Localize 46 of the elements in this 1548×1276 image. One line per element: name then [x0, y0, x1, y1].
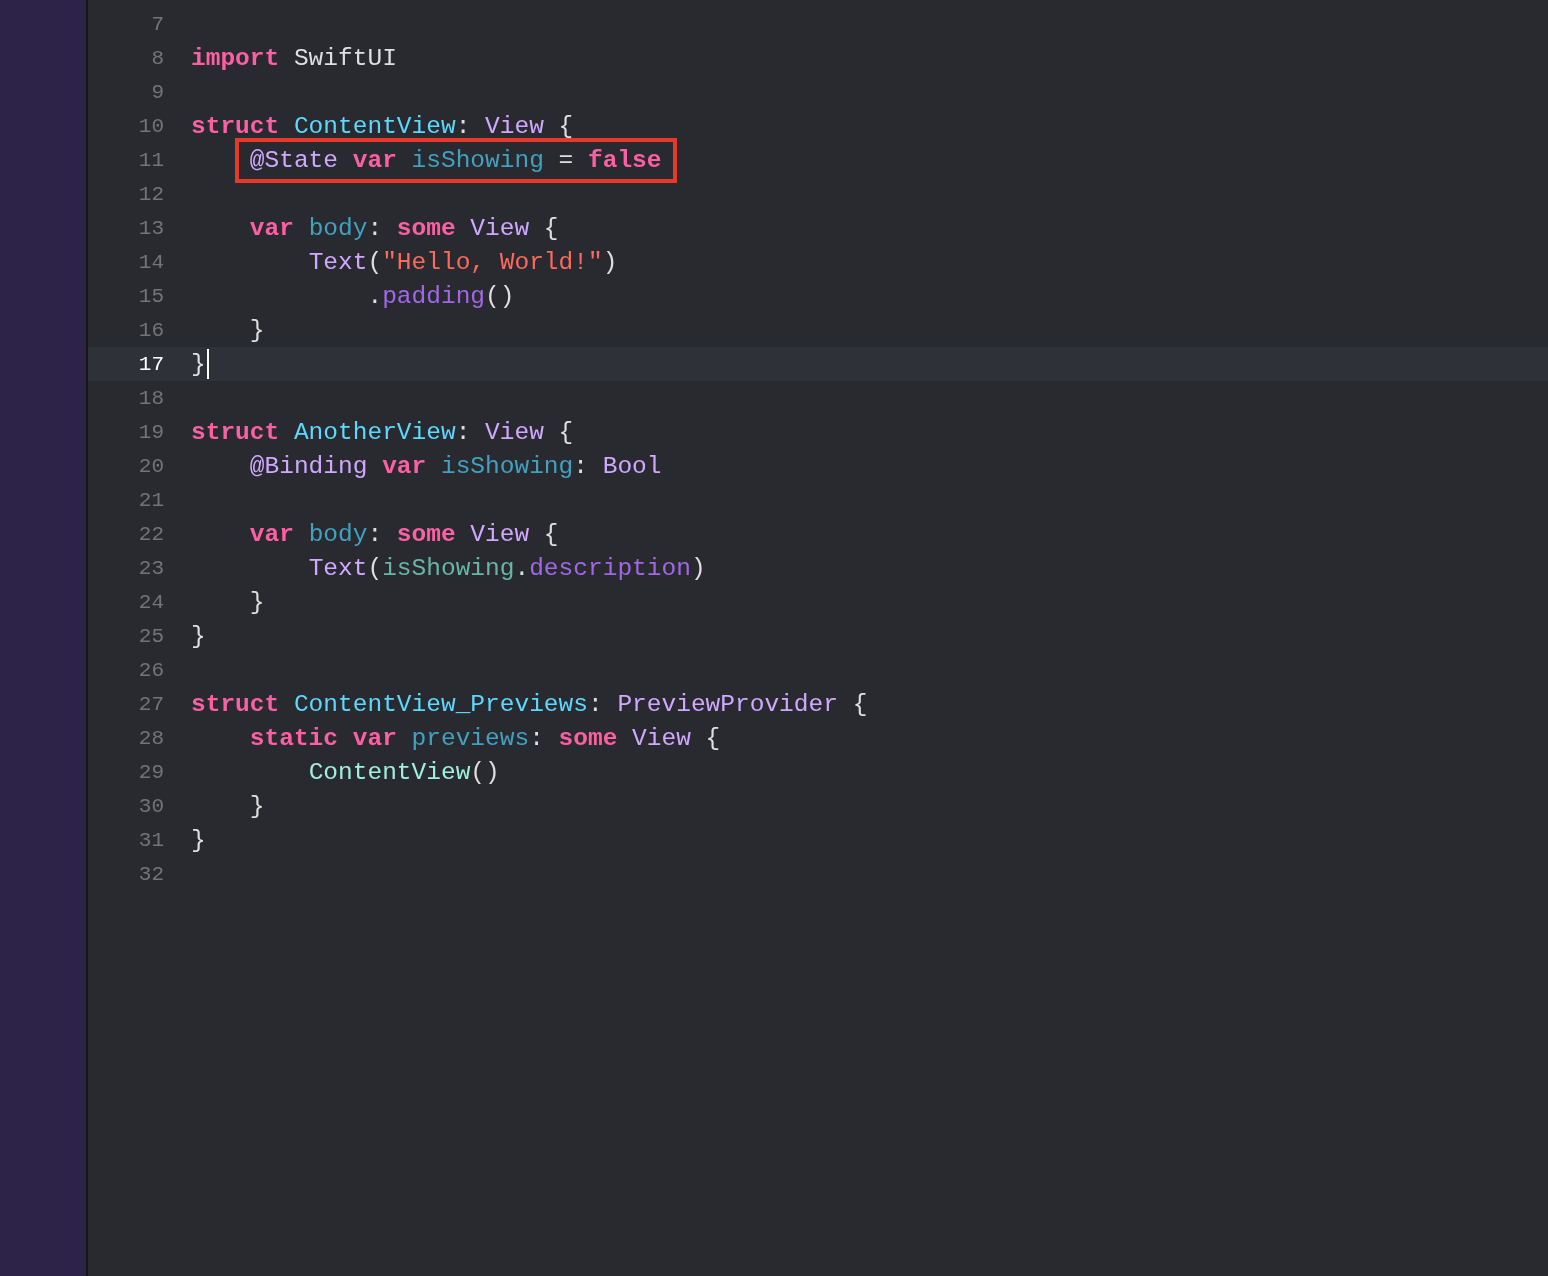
line-number: 9: [150, 80, 164, 104]
line-number: 12: [137, 182, 164, 206]
code-line: var body: some View {: [249, 214, 559, 242]
line-number: 28: [137, 726, 164, 750]
code-line: }: [249, 588, 265, 616]
code-line: struct AnotherView: View {: [191, 418, 574, 446]
line-number: 20: [137, 454, 164, 478]
code-line: @Binding var isShowing: Bool: [249, 452, 662, 480]
line-number: 14: [137, 250, 164, 274]
code-line: ContentView(): [308, 758, 500, 786]
line-number: 27: [137, 692, 164, 716]
highlighted-code: @State var isShowing = false: [234, 137, 677, 183]
line-number: 16: [137, 318, 164, 342]
line-number: 10: [137, 114, 164, 138]
code-line: import SwiftUI: [191, 44, 397, 72]
line-number: 11: [137, 148, 164, 172]
line-number: 30: [137, 794, 164, 818]
code-line: struct ContentView: View {: [191, 112, 574, 140]
line-number: 8: [150, 46, 164, 70]
code-line: }: [191, 622, 206, 650]
line-number: 31: [137, 828, 164, 852]
line-number: 24: [137, 590, 164, 614]
line-number: 19: [137, 420, 164, 444]
line-number: 7: [150, 12, 164, 36]
line-number: 17: [137, 352, 164, 376]
code-line: }: [191, 826, 206, 854]
code-line: }: [249, 316, 265, 344]
code-line: var body: some View {: [249, 520, 559, 548]
text-cursor: [206, 349, 209, 379]
code-line: }: [191, 350, 206, 378]
line-number: 21: [137, 488, 164, 512]
code-line: static var previews: some View {: [249, 724, 721, 752]
line-number: 22: [137, 522, 164, 546]
line-number: 15: [137, 284, 164, 308]
line-number: 13: [137, 216, 164, 240]
code-line: }: [249, 792, 265, 820]
line-number: 26: [137, 658, 164, 682]
code-line: Text("Hello, World!"): [308, 248, 618, 276]
code-line: .padding(): [367, 282, 515, 310]
code-line: Text(isShowing.description): [308, 554, 706, 582]
line-number: 23: [137, 556, 164, 580]
code-line: struct ContentView_Previews: PreviewProvider {: [191, 690, 868, 718]
line-number: 32: [137, 862, 164, 886]
line-number: 18: [137, 386, 164, 410]
line-number: 29: [137, 760, 164, 784]
line-number: 25: [137, 624, 164, 648]
